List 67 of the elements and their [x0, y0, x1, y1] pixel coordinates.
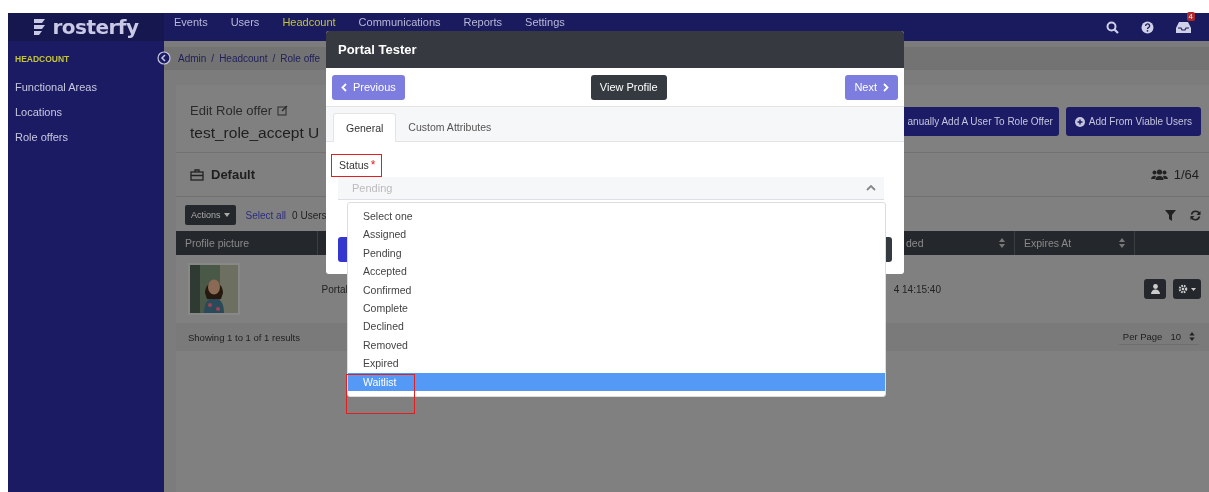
status-select[interactable]: Pending	[338, 177, 884, 200]
sidebar-heading: HEADCOUNT	[15, 54, 71, 64]
add-user-button[interactable]: Add From Viable Users	[1065, 107, 1201, 136]
inbox-icon[interactable]	[1176, 21, 1191, 33]
refresh-icon[interactable]	[1190, 209, 1201, 221]
selected-count: 0 Users	[292, 209, 327, 221]
help-icon[interactable]	[1141, 20, 1154, 34]
sidebar-item[interactable]: Locations	[15, 106, 164, 118]
profile-button[interactable]	[1144, 279, 1166, 299]
column-header: Profile picture	[176, 231, 318, 255]
gear-icon	[1178, 284, 1188, 294]
chevron-right-icon	[883, 82, 889, 92]
column-header[interactable]: Expires At	[1024, 237, 1072, 249]
dropdown-option[interactable]: Expired	[348, 354, 885, 373]
collapse-icon[interactable]	[157, 51, 171, 65]
column-header[interactable]: ded	[906, 237, 924, 249]
actions-button[interactable]: Actions	[185, 205, 236, 225]
dropdown-option[interactable]: Removed	[348, 335, 885, 355]
nav-link[interactable]: Settings	[525, 16, 565, 28]
previous-button[interactable]: Previous	[332, 74, 405, 100]
dropdown-option[interactable]: Accepted	[348, 262, 885, 281]
user-icon	[1150, 284, 1160, 294]
nav-link[interactable]: Events	[174, 16, 208, 28]
chevron-left-icon	[341, 82, 347, 92]
chevron-up-icon	[866, 185, 876, 191]
table-cell: Portal	[321, 283, 348, 295]
breadcrumb-separator: /	[272, 53, 276, 64]
settings-button[interactable]	[1173, 279, 1201, 299]
filter-icon[interactable]	[1165, 209, 1176, 221]
dropdown-option[interactable]: Confirmed	[348, 280, 885, 299]
page-title: test_role_accept U	[190, 124, 320, 142]
nav-link[interactable]: Headcount	[282, 16, 336, 28]
sort-icon[interactable]	[999, 238, 1005, 248]
per-page-select[interactable]: Per Page 10	[1118, 329, 1199, 345]
next-button[interactable]: Next	[845, 74, 898, 100]
table-cell: 4 14:15:40	[893, 283, 941, 295]
breadcrumb-separator: /	[211, 53, 215, 64]
page-subtitle: Edit Role offer	[190, 103, 273, 118]
dropdown-option[interactable]: Complete	[348, 298, 885, 318]
users-icon	[1150, 169, 1168, 180]
nav-link[interactable]: Communications	[358, 16, 441, 28]
results-summary: Showing 1 to 1 of 1 results	[188, 331, 300, 343]
plus-circle-icon	[1074, 116, 1085, 127]
sort-icon	[1189, 332, 1195, 341]
notification-badge: 4	[1186, 12, 1195, 21]
tab[interactable]: Custom Attributes	[396, 113, 504, 141]
briefcase-icon	[190, 168, 204, 181]
nav-link[interactable]: Users	[230, 16, 260, 28]
dropdown-option[interactable]: Select one	[348, 207, 885, 226]
group-count: 1/64	[1173, 167, 1199, 182]
sidebar-item[interactable]: Role offers	[15, 131, 164, 143]
search-icon[interactable]	[1106, 20, 1119, 34]
caret-icon	[1191, 287, 1196, 291]
nav-link[interactable]: Reports	[463, 16, 503, 28]
edit-icon[interactable]	[277, 105, 289, 116]
sidebar-item[interactable]: Functional Areas	[15, 81, 164, 93]
caret-icon	[223, 213, 230, 217]
tab[interactable]: General	[333, 113, 397, 142]
field-label: Status *	[331, 154, 383, 177]
logo-icon	[33, 18, 48, 36]
modal-title: Portal Tester	[326, 31, 904, 68]
dropdown-option[interactable]: Declined	[348, 317, 885, 336]
group-name: Default	[211, 167, 256, 182]
sort-icon[interactable]	[1119, 238, 1125, 248]
dropdown-option[interactable]: Assigned	[348, 225, 885, 244]
dropdown-option[interactable]: Pending	[348, 243, 885, 263]
view-profile-button[interactable]: View Profile	[590, 74, 667, 100]
